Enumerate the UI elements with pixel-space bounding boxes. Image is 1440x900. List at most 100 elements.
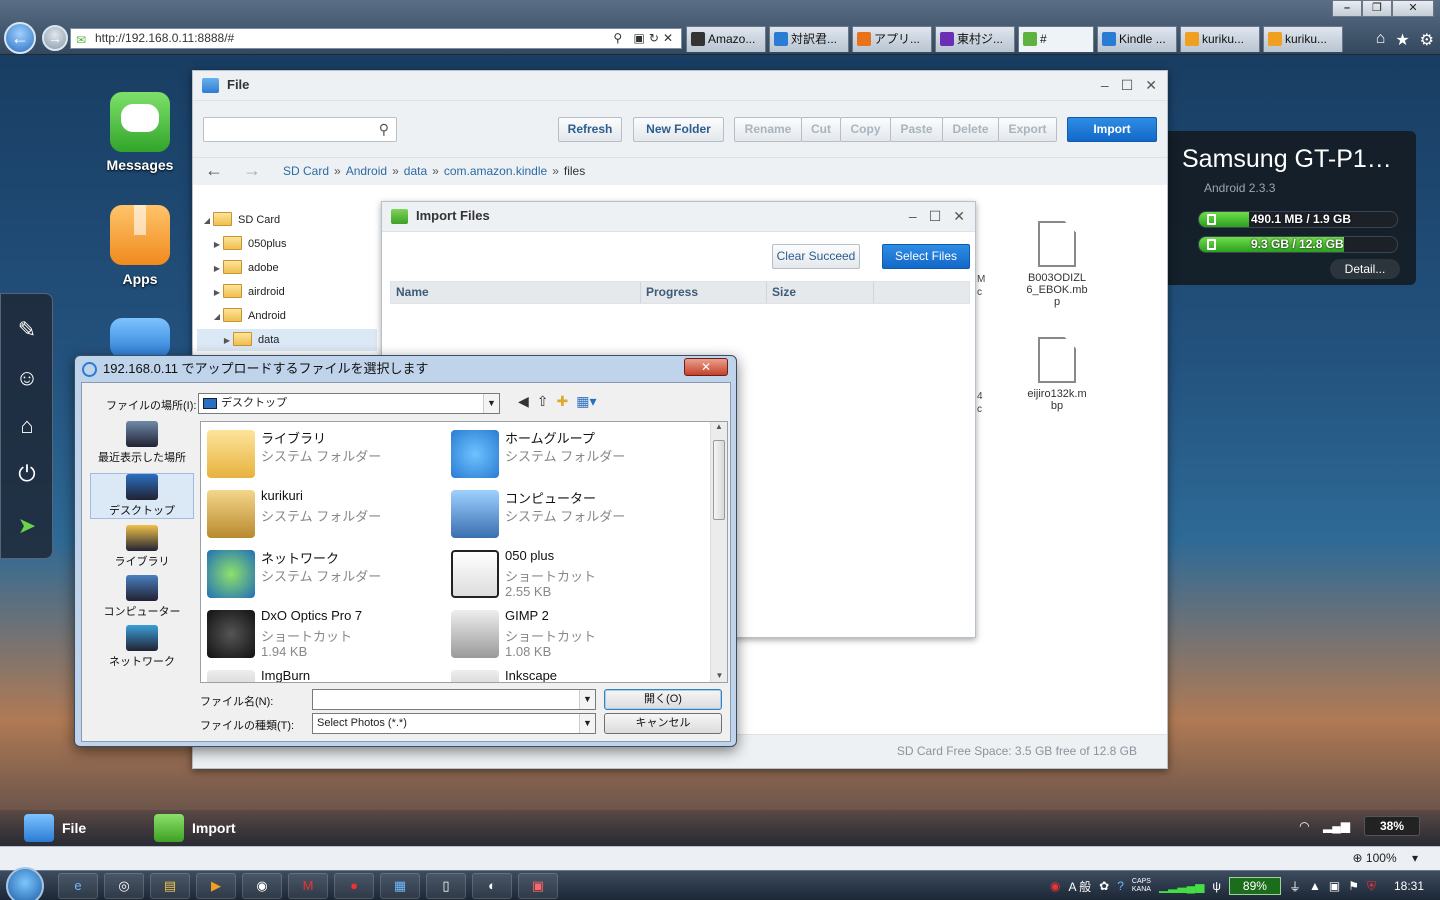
file-search-input[interactable]: ⚲ — [203, 117, 397, 142]
power-plug-icon[interactable]: ⏚ — [1289, 878, 1301, 895]
messages-app-icon[interactable] — [110, 92, 170, 152]
forward-button[interactable]: → — [42, 25, 68, 51]
file-list-item[interactable]: コンピューター システム フォルダー — [447, 486, 687, 544]
forward-arrow-icon[interactable]: → — [243, 160, 261, 181]
place-item[interactable]: デスクトップ — [90, 473, 194, 519]
refresh-button[interactable]: Refresh — [558, 117, 622, 142]
tray-app-icon[interactable]: ✿ — [1099, 879, 1109, 893]
maximize-icon[interactable]: ☐ — [929, 202, 942, 230]
file-item[interactable]: eijiro132k.mbp — [1017, 337, 1097, 412]
file-list[interactable]: ライブラリ システム フォルダー ホームグループ システム フォルダー kurikuri… — [200, 421, 728, 683]
tree-node[interactable]: ▶ data — [197, 329, 377, 351]
place-item[interactable]: 最近表示した場所 — [90, 421, 194, 465]
file-list-item[interactable]: ネットワーク システム フォルダー — [203, 546, 443, 604]
column-name[interactable]: Name — [391, 282, 641, 303]
browser-tab[interactable]: kuriku... — [1180, 26, 1260, 52]
file-list-item[interactable]: ホームグループ システム フォルダー — [447, 426, 687, 484]
file-list-item[interactable]: DxO Optics Pro 7 ショートカット 1.94 KB — [203, 606, 443, 664]
tree-node[interactable]: ▶ adobe — [211, 257, 279, 279]
start-button[interactable] — [6, 867, 44, 900]
stop-icon[interactable]: ✕ — [663, 31, 677, 45]
export-button[interactable]: Export — [998, 117, 1057, 142]
power-icon[interactable]: ⏻ — [13, 460, 41, 488]
window-close-button[interactable]: ✕ — [1392, 0, 1434, 17]
browser-tab[interactable]: Amazo... — [686, 26, 766, 52]
breadcrumb-item[interactable]: Android — [346, 164, 387, 178]
browser-tab[interactable]: 東村ジ... — [935, 26, 1015, 52]
close-icon[interactable]: ✕ — [953, 202, 965, 230]
expand-arrow-icon[interactable]: ▶ — [221, 330, 233, 352]
browser-tab[interactable]: 対訳君... — [769, 26, 849, 52]
taskbar-file[interactable]: File — [16, 812, 86, 844]
browser-tab[interactable]: アプリ... — [852, 26, 932, 52]
app-taskbar-icon[interactable]: ▦ — [380, 873, 420, 899]
zoom-control[interactable]: ⊕ 100% ▾ — [1353, 851, 1418, 865]
tray-app-icon[interactable]: ◉ — [1050, 879, 1060, 893]
laptop-battery[interactable]: 89% — [1228, 877, 1281, 895]
rename-button[interactable]: Rename — [734, 117, 802, 142]
minimize-icon[interactable]: – — [909, 202, 917, 230]
back-arrow-icon[interactable]: ← — [205, 160, 223, 181]
home-icon[interactable]: ⌂ — [1376, 30, 1386, 50]
location-combo[interactable]: デスクトップ ▼ — [198, 393, 500, 414]
tools-gear-icon[interactable]: ⚙ — [1420, 30, 1434, 50]
show-hidden-icon[interactable]: ▲ — [1309, 879, 1321, 893]
favorites-icon[interactable]: ★ — [1395, 30, 1409, 50]
place-item[interactable]: ネットワーク — [90, 625, 194, 669]
app-taskbar-icon[interactable]: ▣ — [518, 873, 558, 899]
home-icon[interactable]: ⌂ — [13, 412, 41, 440]
dialog-close-button[interactable]: ✕ — [684, 358, 728, 376]
wireless-icon[interactable]: ψ — [1212, 879, 1221, 893]
expand-arrow-icon[interactable]: ▶ — [211, 258, 223, 280]
compat-icon[interactable]: ▣ — [634, 31, 649, 45]
expand-arrow-icon[interactable]: ◢ — [211, 306, 223, 328]
back-button[interactable]: ← — [4, 22, 36, 54]
new-folder-button[interactable]: New Folder — [633, 117, 724, 142]
delete-button[interactable]: Delete — [942, 117, 999, 142]
column-size[interactable]: Size — [767, 282, 874, 303]
open-button[interactable]: 開く(O) — [604, 689, 722, 710]
scroll-thumb[interactable] — [713, 440, 725, 520]
media-taskbar-icon[interactable]: ▶ — [196, 873, 236, 899]
breadcrumb-item[interactable]: com.amazon.kindle — [444, 164, 547, 178]
app-taskbar-icon[interactable]: ● — [334, 873, 374, 899]
tree-node[interactable]: ▶ airdroid — [211, 281, 285, 303]
app-taskbar-icon[interactable]: ◉ — [242, 873, 282, 899]
security-icon[interactable]: ⛨ — [1367, 879, 1376, 894]
help-icon[interactable]: ? — [1117, 879, 1124, 893]
copy-button[interactable]: Copy — [840, 117, 891, 142]
app-taskbar-icon[interactable]: ▯ — [426, 873, 466, 899]
select-files-button[interactable]: Select Files — [882, 244, 970, 269]
filetype-select[interactable]: Select Photos (*.*) ▼ — [312, 713, 596, 734]
browser-tab[interactable]: kuriku... — [1263, 26, 1343, 52]
minimize-icon[interactable]: – — [1101, 71, 1109, 99]
file-list-item[interactable]: ImgBurn — [203, 666, 443, 682]
flag-icon[interactable]: ⚑ — [1348, 879, 1359, 893]
clock[interactable]: 18:31 — [1394, 879, 1424, 893]
file-item[interactable]: B003ODIZL6_EBOK.mbp — [1017, 221, 1097, 308]
browser-tab[interactable]: Kindle ... — [1097, 26, 1177, 52]
file-list-item[interactable]: ライブラリ システム フォルダー — [203, 426, 443, 484]
app-taskbar-icon[interactable]: ◐ — [472, 873, 512, 899]
network-icon[interactable]: ▣ — [1329, 879, 1340, 893]
taskbar-import[interactable]: Import — [146, 812, 236, 844]
airdroid-logo-icon[interactable]: ➤ — [13, 512, 41, 540]
expand-arrow-icon[interactable]: ▶ — [211, 282, 223, 304]
back-icon[interactable]: ◀ — [518, 393, 529, 410]
detail-button[interactable]: Detail... — [1330, 259, 1400, 279]
place-item[interactable]: ライブラリ — [90, 525, 194, 569]
breadcrumb-item[interactable]: SD Card — [283, 164, 329, 178]
refresh-icon[interactable]: ↻ — [649, 31, 663, 45]
scroll-down-icon[interactable]: ▼ — [711, 671, 727, 680]
view-menu-icon[interactable]: ▦▾ — [576, 393, 596, 410]
scroll-up-icon[interactable]: ▲ — [711, 422, 727, 431]
add-contact-icon[interactable]: ☺ — [13, 364, 41, 392]
filename-input[interactable]: ▼ — [312, 689, 596, 710]
place-item[interactable]: コンピューター — [90, 575, 194, 619]
file-list-scrollbar[interactable]: ▲ ▼ — [710, 422, 727, 682]
breadcrumb-item[interactable]: data — [404, 164, 427, 178]
address-bar[interactable]: ✉ http://192.168.0.11:8888/# ⚲ ▣↻✕ — [70, 28, 682, 49]
column-progress[interactable]: Progress — [641, 282, 767, 303]
paste-button[interactable]: Paste — [890, 117, 943, 142]
files-app-icon[interactable] — [110, 318, 170, 358]
